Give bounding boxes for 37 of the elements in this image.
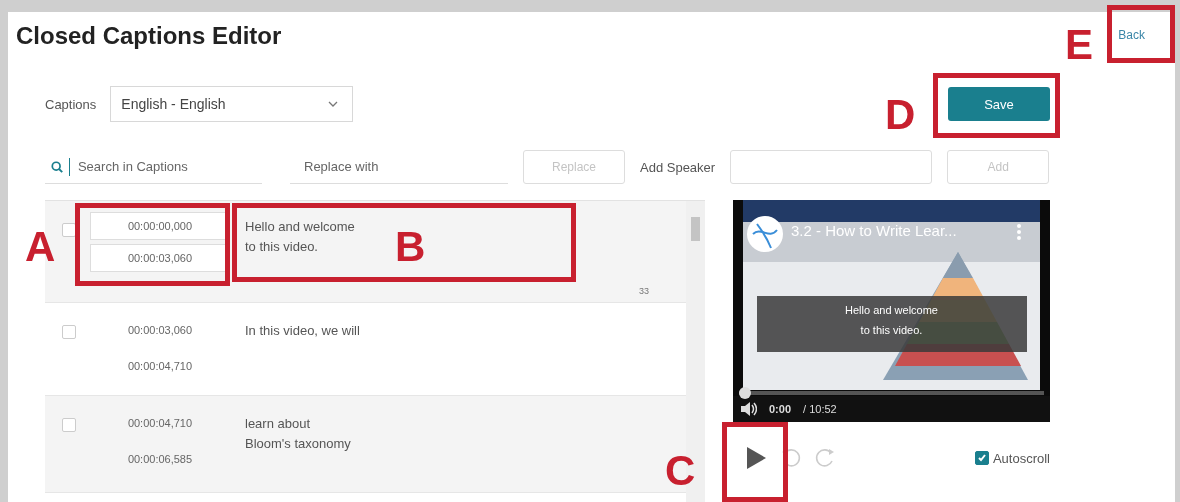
play-icon[interactable] (745, 446, 767, 470)
annotation-letter: E (1065, 24, 1093, 66)
annotation-letter: B (395, 226, 426, 268)
search-field[interactable]: Search in Captions (75, 158, 262, 175)
avatar-icon (747, 216, 783, 252)
caption-overlay-line: Hello and welcome (845, 304, 938, 316)
row-checkbox[interactable] (62, 223, 76, 237)
end-time: 00:00:06,585 (127, 453, 193, 465)
row-checkbox[interactable] (62, 325, 76, 339)
start-time: 00:00:04,710 (127, 417, 193, 429)
caption-text: In this video, we will (245, 322, 361, 340)
character-count: 33 (639, 286, 649, 296)
start-time: 00:00:03,060 (127, 324, 193, 336)
annotation-letter: A (25, 226, 56, 268)
page-title: Closed Captions Editor (16, 22, 282, 50)
row-checkbox[interactable] (62, 418, 76, 432)
volume-icon[interactable] (741, 402, 757, 416)
video-duration: / 10:52 (803, 403, 837, 415)
end-time: 00:00:04,710 (127, 360, 193, 372)
caption-text-field[interactable]: Hello and welcome to this video. (245, 201, 385, 257)
annotation-letter: C (665, 450, 696, 492)
current-time: 0:00 (769, 403, 792, 415)
add-speaker-label: Add Speaker (640, 159, 716, 175)
captions-label: Captions (45, 96, 97, 112)
save-button[interactable]: Save (948, 87, 1050, 121)
autoscroll-checkbox[interactable] (974, 451, 989, 465)
caption-text: learn about Bloom's taxonomy (245, 415, 352, 453)
speaker-field[interactable] (730, 150, 933, 184)
chevron-down-icon (328, 101, 339, 107)
annotation-box (1107, 5, 1175, 63)
search-icon (51, 159, 64, 174)
progress-bar[interactable] (739, 387, 1044, 399)
annotation-letter: D (885, 94, 916, 136)
caption-overlay-line: to this video. (860, 324, 923, 336)
autoscroll-label: Autoscroll (992, 450, 1050, 466)
language-dropdown[interactable]: English - English (110, 86, 354, 122)
back-link[interactable]: Back (1118, 28, 1145, 44)
